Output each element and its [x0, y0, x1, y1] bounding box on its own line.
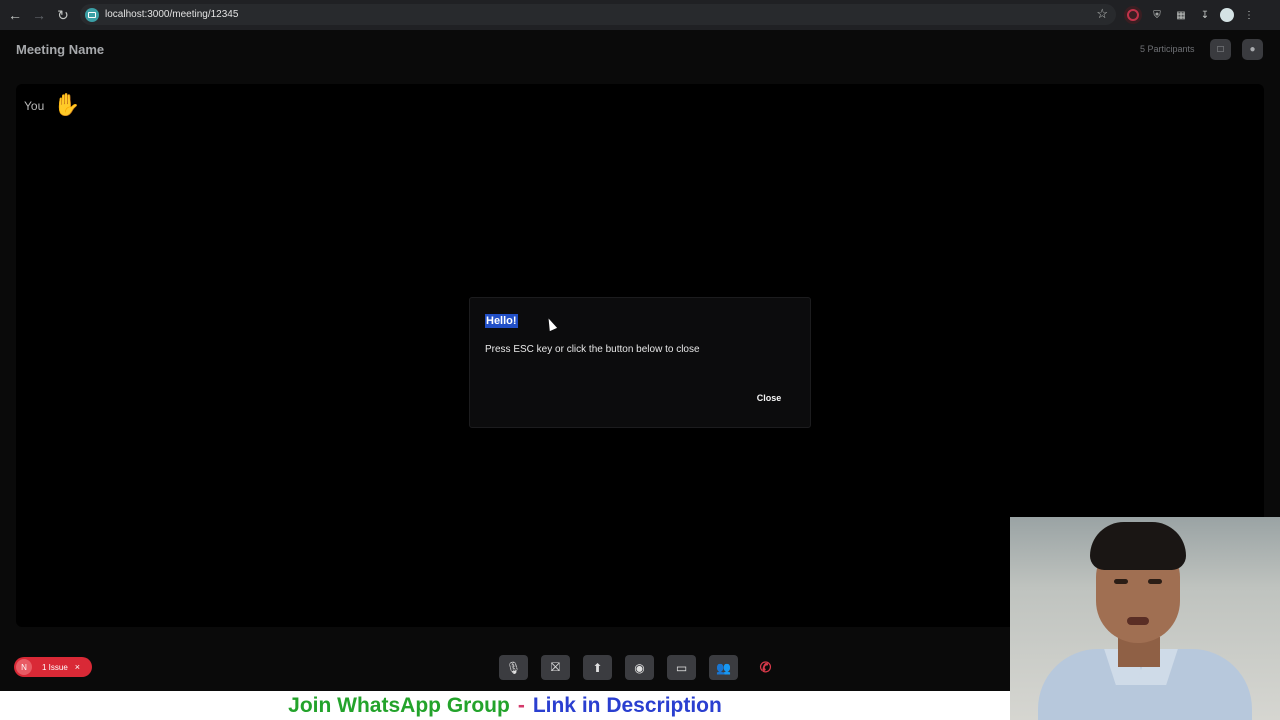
presenter-mouth	[1127, 617, 1149, 625]
address-bar[interactable]: localhost:3000/meeting/12345 ☆	[80, 4, 1116, 25]
issue-initial: N	[16, 659, 32, 675]
people-icon: ●	[1249, 44, 1256, 55]
presenter-eye	[1148, 579, 1162, 584]
leave-call-button[interactable]: ✆	[751, 655, 780, 680]
issue-badge[interactable]: N 1 Issue ×	[14, 657, 92, 677]
banner-text-secondary: Link in Description	[532, 693, 722, 717]
star-icon[interactable]: ☆	[1096, 6, 1108, 22]
camera-off-button[interactable]: ⛝	[541, 655, 570, 680]
call-controls: 🎙 ⛝ ⬆ ◉ ▭ 👥 ✆	[499, 655, 780, 682]
meeting-title: Meeting Name	[16, 42, 105, 57]
mic-off-icon: 🎙	[505, 660, 522, 675]
presenter-eye	[1114, 579, 1128, 584]
banner-text-primary: Join WhatsApp Group	[288, 693, 510, 717]
dialog-title: Hello!	[485, 314, 518, 328]
participants-count: 5 Participants	[1140, 44, 1195, 54]
extension-record-icon[interactable]	[1124, 6, 1142, 24]
close-button[interactable]: Close	[746, 389, 792, 407]
shield-icon[interactable]: ⛨	[1148, 6, 1166, 24]
issue-text: 1 Issue	[42, 662, 68, 672]
profile-avatar[interactable]	[1220, 8, 1234, 22]
promo-banner: Join WhatsApp Group - Link in Descriptio…	[0, 691, 1010, 720]
chat-icon: □	[1217, 44, 1224, 55]
presenter-hair	[1090, 522, 1186, 570]
dialog-message: Press ESC key or click the button below …	[485, 344, 700, 355]
hello-dialog: Hello! Press ESC key or click the button…	[469, 297, 811, 428]
participants-toggle-button[interactable]: ●	[1242, 39, 1263, 60]
participant-name: You	[24, 99, 45, 113]
download-icon[interactable]: ↧	[1196, 6, 1214, 24]
puzzle-icon[interactable]: ▦	[1172, 6, 1190, 24]
chat-button[interactable]: ▭	[667, 655, 696, 680]
arrow-left-icon[interactable]: ←	[3, 3, 27, 27]
close-icon[interactable]: ×	[75, 662, 80, 672]
extension-area: ⛨ ▦ ↧ ⋮	[1124, 4, 1258, 26]
share-screen-button[interactable]: ⬆	[583, 655, 612, 680]
share-screen-icon: ⬆	[592, 660, 603, 675]
browser-toolbar: ← → ↻ localhost:3000/meeting/12345 ☆ ⛨ ▦…	[0, 0, 1280, 30]
record-button[interactable]: ◉	[625, 655, 654, 680]
presenter-webcam	[1010, 517, 1280, 720]
participants-button[interactable]: 👥	[709, 655, 738, 680]
record-icon: ◉	[634, 660, 645, 675]
chat-toggle-button[interactable]: □	[1210, 39, 1231, 60]
raised-hand-icon: ✋	[53, 92, 81, 117]
reload-icon[interactable]: ↻	[51, 3, 75, 27]
camera-off-icon: ⛝	[550, 660, 561, 674]
phone-hangup-icon: ✆	[759, 659, 772, 675]
banner-separator: -	[517, 693, 525, 717]
chat-icon: ▭	[675, 660, 688, 675]
people-icon: 👥	[716, 660, 731, 675]
mic-off-button[interactable]: 🎙	[499, 655, 528, 680]
url-text: localhost:3000/meeting/12345	[105, 9, 239, 20]
arrow-right-icon[interactable]: →	[27, 3, 51, 27]
site-info-icon[interactable]	[85, 7, 99, 22]
kebab-menu-icon[interactable]: ⋮	[1240, 6, 1258, 24]
